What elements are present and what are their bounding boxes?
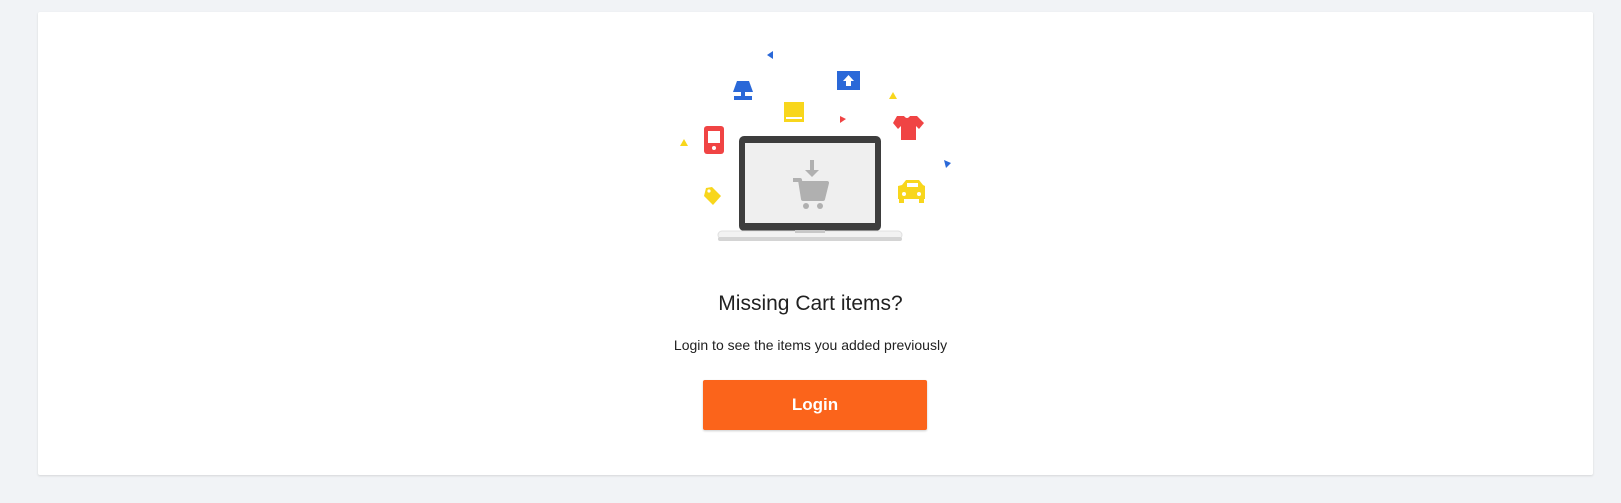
empty-cart-title: Missing Cart items? xyxy=(718,292,903,315)
login-button[interactable]: Login xyxy=(703,380,927,430)
empty-cart-subtitle: Login to see the items you added previou… xyxy=(673,337,948,353)
